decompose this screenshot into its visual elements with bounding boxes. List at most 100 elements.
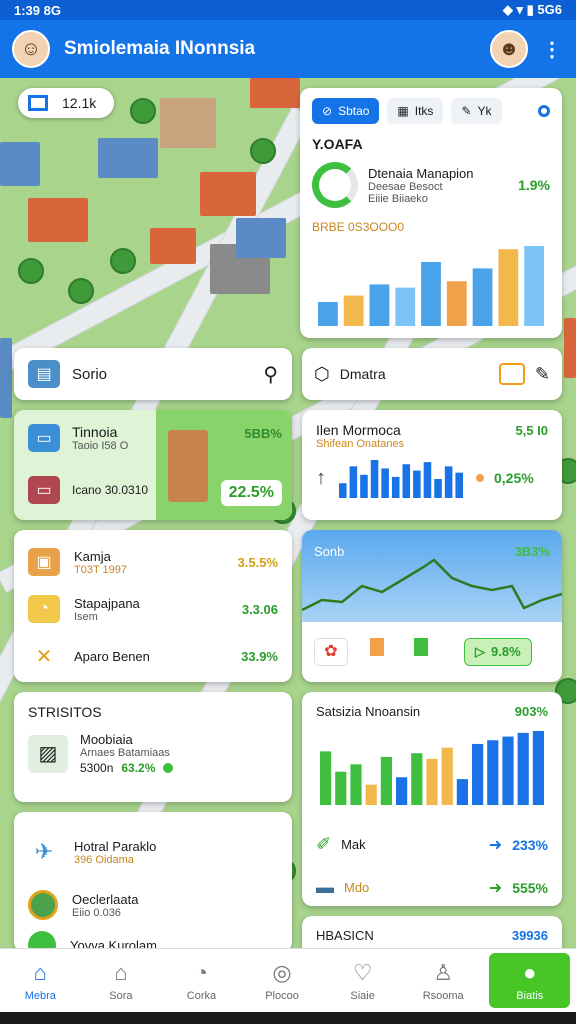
metric-pct: 0,25% [494,470,534,486]
chart-bar [350,764,362,805]
avatar-left[interactable]: ☺ [12,30,50,68]
metric-title: Ilen Mormoca [316,422,401,438]
nav-corka[interactable]: ◔ Corka [161,949,242,1012]
green-chip-icon[interactable] [406,638,436,666]
app-header: ☺ Smiolemaia INonnsia ☻ ⋮ [0,20,576,78]
list-item-sub: T03T 1997 [74,563,128,576]
filter-card[interactable]: ⬡ Dmatra ✎ [302,348,562,400]
nav-label: Corka [186,989,217,1002]
transit-row2: Icano 30.0310 [72,483,149,497]
chart-bar [395,287,416,326]
stats-item-sub: Arnaes Batamiaas [80,747,170,759]
list-item-pct: 33.9% [241,648,278,664]
status-dot-icon [538,105,550,117]
status-time: 1:39 8G [14,2,61,18]
chart-bar [391,476,400,498]
stats-item[interactable]: ▨ Moobiaia Arnaes Batamiaas 5300n 63.2% [28,732,278,775]
trend-badge-value: 9.8% [491,644,521,659]
nav-biatis[interactable]: ● Biatis [489,953,571,1008]
avatar-right[interactable]: ☻ [490,30,528,68]
chart-bar [472,268,493,326]
nav-home[interactable]: ⌂ Mebra [0,949,81,1012]
arrow-right-icon: ➜ [488,879,503,897]
transit-sub: Taoio I58 O [72,440,129,452]
tower-icon [168,430,208,502]
hotel-row2-title: Oeclerlaata [72,891,139,907]
hotel-sub: 396 Oidama [74,853,134,866]
chart-bar [472,743,484,805]
list-item[interactable]: ◔ Stapajpana Isem 3.3.06 [28,584,278,634]
chart-bar [441,747,453,805]
list-item[interactable]: ▣ Kamja T03T 1997 3.5.5% [28,540,278,584]
stats-item-title: Moobiaia [80,732,133,747]
heart-icon: ♡ [352,959,373,985]
hotel-item[interactable]: Oeclerlaata Eiio 0.036 [28,880,278,930]
store-icon: ▤ [28,360,60,388]
user-search-icon[interactable]: ⚲ [263,362,278,387]
overview-item-title: Dtenaia Manapion [368,165,474,181]
list-item-pct: 3.5.5% [237,554,278,570]
stats2-pct: 903% [514,704,548,719]
chart-bar [365,784,377,805]
chart-bar [456,779,468,805]
status-icons: ◆ ▾ ▮ 5G6 [502,2,562,17]
map-pill-value: 12.1k [62,95,97,111]
map-location-pill[interactable]: 12.1k [18,88,114,118]
chart-bar [360,474,368,498]
hotel-card: ✈ Hotral Paraklo 396 Oidama Oeclerlaata Ei… [14,812,292,952]
search-card[interactable]: ▤ Sorio ⚲ [14,348,292,400]
orange-chip-icon[interactable] [362,638,392,666]
chart-bar [320,751,332,805]
link-icon: ⊘ [322,104,333,118]
transit-card[interactable]: ▭ Tinnoia Taoio I58 O ▭ Icano 30.0310 5B… [14,410,292,520]
trend-badge[interactable]: ▷ 9.8% [464,638,532,666]
plane-icon: ✈ [34,839,54,864]
overview-item-meta: Eiiie Biiaeko [368,192,428,205]
chart-bar [532,731,544,805]
chart-bar [446,281,467,326]
gauge-icon: ◔ [194,959,209,985]
hotel-item[interactable]: ✈ Hotral Paraklo 396 Oidama [28,824,278,880]
more-menu-icon[interactable]: ⋮ [540,37,564,62]
tab-sbtao[interactable]: ⊘ Sbtao [312,98,380,124]
category-list-card: ▣ Kamja T03T 1997 3.5.5% ◔ Stapajpana Isem… [14,530,292,682]
chart-bar [369,284,390,326]
chart-bar [423,462,432,498]
status-green-dot-icon [163,763,174,773]
transit-title: Tinnoia [72,424,118,440]
tab-label: Itks [414,104,434,118]
donut-icon [312,162,358,208]
chart-bar [411,753,423,805]
app-title: Smiolemaia INonnsia [64,38,256,59]
stats2-title: Satsizia Nnoansin [316,704,421,719]
battery-label: 5G6 [537,2,562,17]
wallet-icon[interactable] [498,363,525,385]
nav-rsooma[interactable]: ♙ Rsooma [403,949,484,1012]
nav-sora[interactable]: ⌂ Sora [81,949,162,1012]
list-item-title: Aparo Benen [74,648,150,664]
tab-yk[interactable]: ✎ Yk [451,98,502,124]
home-icon: ⌂ [33,959,47,985]
metric-dot-icon [476,474,484,482]
stats-card: STRISITOS ▨ Moobiaia Arnaes Batamiaas 53… [14,692,292,802]
tab-itks[interactable]: ▦ Itks [387,98,444,124]
nav-siaie[interactable]: ♡ Siaie [322,949,403,1012]
compose-icon[interactable]: ✎ [535,364,550,385]
list-item[interactable]: ✕ Aparo Benen 33.9% [28,634,278,678]
chart-bar [498,249,519,326]
trend-card[interactable]: Sonb 3B3% ✿ ▷ 9.8% [302,530,562,682]
stats2-row[interactable]: ✐ Mak ➜ 233% [316,834,548,855]
chart-bar [370,460,379,498]
stats2-row[interactable]: ▬ Mdo ➜ 555% [316,877,548,898]
stats-item-pct: 63.2% [121,761,156,775]
bars-label: BRBE 0S3OOO0 [312,220,405,234]
grid-icon: ▦ [397,104,409,118]
chart-bar [349,466,358,498]
chart-bar [434,479,442,498]
transit-pct-top: 5BB% [244,426,282,441]
nav-plocoo[interactable]: ◎ Plocoo [242,949,323,1012]
metric-card[interactable]: Ilen Mormoca 5,5 I0 Shifean Onatanes ↑ 0… [302,410,562,520]
flower-icon[interactable]: ✿ [314,638,348,666]
compass-icon [28,890,58,920]
truck-icon: ▬ [316,877,334,897]
